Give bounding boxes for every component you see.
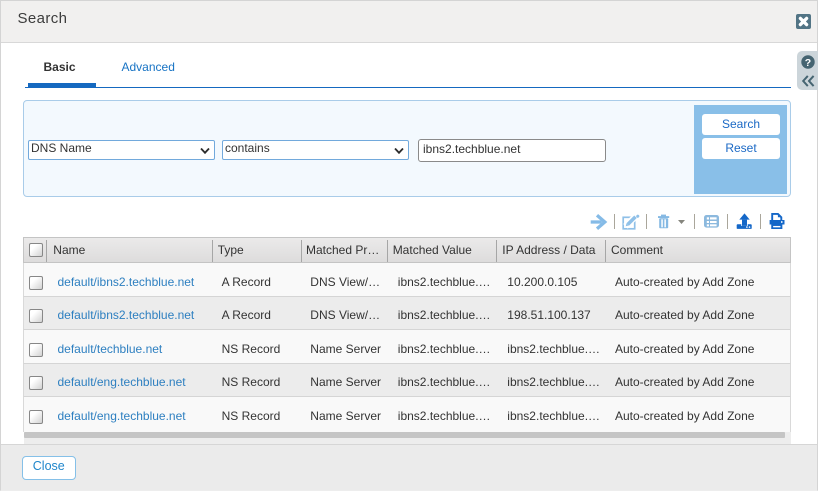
svg-text:?: ?: [805, 57, 811, 69]
